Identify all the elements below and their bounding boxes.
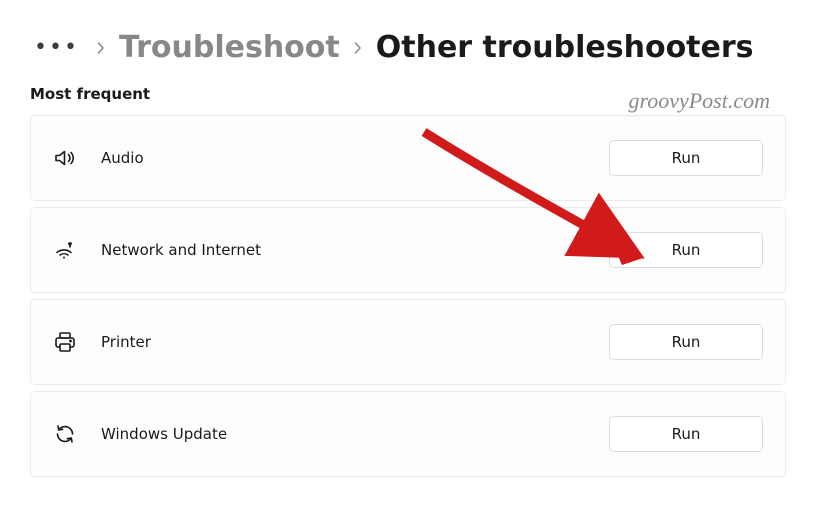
troubleshooter-item-audio: Audio Run xyxy=(30,115,786,201)
troubleshooter-label: Windows Update xyxy=(101,425,609,443)
troubleshooter-list: Audio Run Network and Internet Run xyxy=(30,115,786,477)
troubleshooter-item-printer: Printer Run xyxy=(30,299,786,385)
printer-icon xyxy=(53,330,101,354)
troubleshooter-label: Network and Internet xyxy=(101,241,609,259)
chevron-right-icon xyxy=(352,42,364,54)
sync-icon xyxy=(53,422,101,446)
run-button[interactable]: Run xyxy=(609,324,763,360)
troubleshooter-label: Printer xyxy=(101,333,609,351)
run-button[interactable]: Run xyxy=(609,140,763,176)
breadcrumb-current: Other troubleshooters xyxy=(376,30,754,65)
troubleshooter-item-network: Network and Internet Run xyxy=(30,207,786,293)
chevron-right-icon xyxy=(95,42,107,54)
troubleshooter-item-windows-update: Windows Update Run xyxy=(30,391,786,477)
run-button[interactable]: Run xyxy=(609,232,763,268)
wifi-icon xyxy=(53,238,101,262)
watermark: groovyPost.com xyxy=(628,88,770,114)
breadcrumb-more-icon[interactable]: ••• xyxy=(30,35,83,60)
troubleshooter-label: Audio xyxy=(101,149,609,167)
run-button[interactable]: Run xyxy=(609,416,763,452)
breadcrumb: ••• Troubleshoot Other troubleshooters xyxy=(30,30,786,65)
speaker-icon xyxy=(53,146,101,170)
breadcrumb-parent[interactable]: Troubleshoot xyxy=(119,30,340,65)
